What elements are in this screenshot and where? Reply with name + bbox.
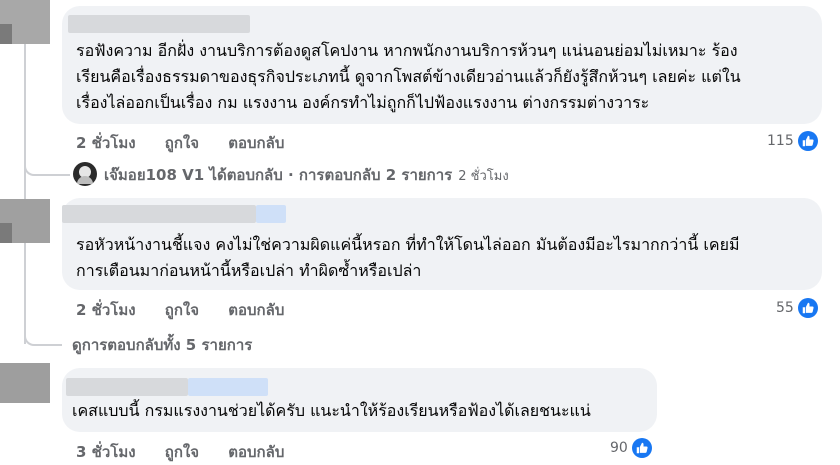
comment-text-line: รอฟังความ อีกฝั่ง งานบริการต้องดูสโคปงาน… bbox=[76, 41, 738, 60]
reply-button[interactable]: ตอบกลับ bbox=[228, 134, 284, 152]
reply-button[interactable]: ตอบกลับ bbox=[228, 443, 284, 461]
comment-actions: 2 ชั่วโมง ถูกใจ ตอบกลับ bbox=[76, 298, 308, 322]
reaction-count-value: 115 bbox=[767, 133, 794, 149]
commenter-name-redacted[interactable] bbox=[66, 378, 188, 396]
like-icon bbox=[631, 438, 652, 458]
like-icon bbox=[797, 131, 818, 151]
commenter-avatar[interactable] bbox=[0, 363, 50, 403]
thread-connector bbox=[24, 44, 26, 344]
thread-connector-curve bbox=[24, 150, 70, 176]
comment-actions: 3 ชั่วโมง ถูกใจ ตอบกลับ bbox=[76, 440, 308, 464]
like-icon bbox=[797, 298, 818, 318]
reply-button[interactable]: ตอบกลับ bbox=[228, 301, 284, 319]
commenter-name-redacted[interactable] bbox=[256, 205, 286, 223]
reply-summary-text: เจ๊มอย108 V1 ได้ตอบกลับ · การตอบกลับ 2 ร… bbox=[104, 166, 453, 184]
comment-text-line: เคสแบบนี้ กรมแรงงานช่วยได้ครับ แนะนำให้ร… bbox=[72, 401, 591, 420]
comment-text-line: รอหัวหน้างานชี้แจง คงไม่ใช่ความผิดแค่นี้… bbox=[76, 235, 740, 254]
like-button[interactable]: ถูกใจ bbox=[165, 134, 199, 152]
reaction-count[interactable]: 90 bbox=[610, 438, 652, 458]
like-button[interactable]: ถูกใจ bbox=[165, 301, 199, 319]
commenter-name-redacted[interactable] bbox=[188, 378, 268, 396]
comment-text-line: การเตือนมาก่อนหน้านี้หรือเปล่า ทำผิดซ้ำห… bbox=[76, 261, 422, 280]
commenter-name-redacted[interactable] bbox=[68, 15, 250, 33]
avatar-tag bbox=[0, 24, 12, 44]
commenter-name-redacted[interactable] bbox=[62, 205, 256, 223]
thread-connector-curve bbox=[24, 330, 62, 346]
view-more-replies-link[interactable]: ดูการตอบกลับทั้ง 5 รายการ bbox=[72, 333, 252, 357]
reaction-count-value: 55 bbox=[776, 300, 794, 316]
reaction-count[interactable]: 55 bbox=[776, 298, 818, 318]
reaction-count[interactable]: 115 bbox=[767, 131, 818, 151]
avatar-tag bbox=[0, 223, 12, 243]
reply-summary-time: 2 ชั่วโมง bbox=[458, 168, 509, 184]
comment-time[interactable]: 2 ชั่วโมง bbox=[76, 301, 136, 319]
reaction-count-value: 90 bbox=[610, 440, 628, 456]
replier-avatar[interactable] bbox=[73, 162, 97, 186]
comment-text-line: เรื่องไล่ออกเป็นเรื่อง กม แรงงาน องค์กรท… bbox=[76, 93, 650, 112]
comment-time[interactable]: 2 ชั่วโมง bbox=[76, 134, 136, 152]
comment-text-line: เรียนคือเรื่องธรรมดาของธุรกิจประเภทนี้ ด… bbox=[76, 67, 741, 86]
comment-time[interactable]: 3 ชั่วโมง bbox=[76, 443, 136, 461]
like-button[interactable]: ถูกใจ bbox=[165, 443, 199, 461]
reply-summary[interactable]: เจ๊มอย108 V1 ได้ตอบกลับ · การตอบกลับ 2 ร… bbox=[104, 163, 509, 187]
comment-actions: 2 ชั่วโมง ถูกใจ ตอบกลับ bbox=[76, 131, 308, 155]
